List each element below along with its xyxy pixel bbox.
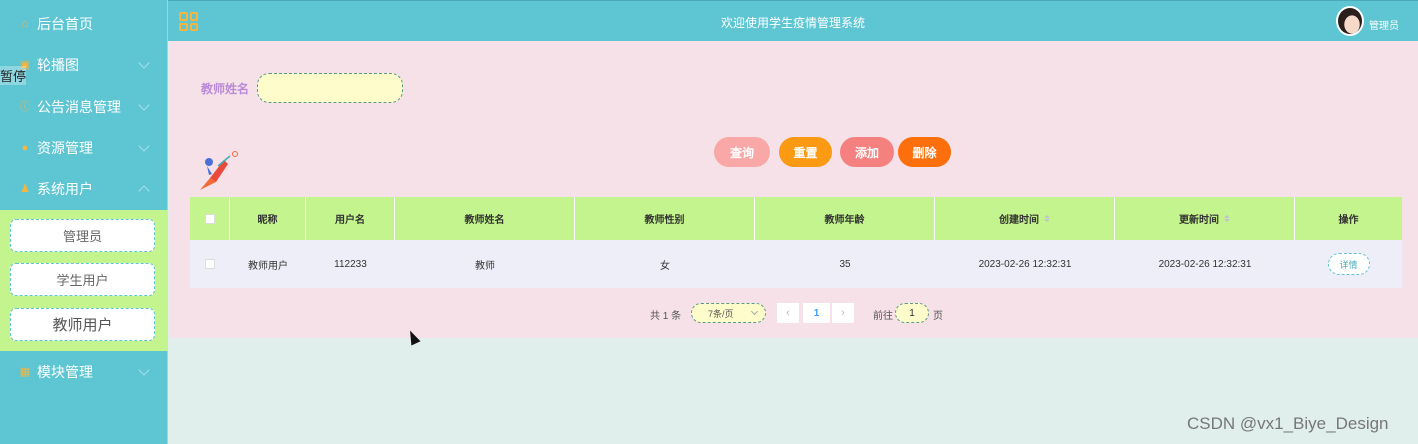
column-header: 操作 [1338,215,1359,226]
current-user-name[interactable]: 管理员 [1369,17,1399,32]
rocket-illustration-icon [200,151,238,190]
location-icon: ● [21,142,29,154]
row-select-cell [190,240,230,288]
table-row: 教师用户 112233 教师 女 35 2023-02-26 12:32:31 … [190,240,1402,288]
watermark: CSDN @vx1_Biye_Design [1187,414,1389,433]
chevron-down-icon [138,140,150,152]
query-button[interactable]: 查询 [714,137,770,167]
table-header: 昵称 用户名 教师姓名 教师性别 教师年龄 创建时间 更新时间 操作 [190,197,1402,240]
sidebar-item-label: 资源管理 [37,140,93,156]
column-header-label: 更新时间 [1179,215,1219,226]
column-header: 教师性别 [575,197,755,240]
select-all-checkbox[interactable] [204,213,215,224]
cell-teacher-gender: 女 [660,260,670,272]
sidebar-item-modules[interactable]: ▦ 模块管理 [0,352,168,392]
sidebar-item-label: 公告消息管理 [37,99,121,115]
page-suffix-label: 页 [933,311,943,322]
search-label: 教师姓名 [201,82,250,96]
top-bar: 欢迎使用学生疫情管理系统 管理员 [168,0,1418,41]
cell-nickname: 教师用户 [248,260,288,272]
row-checkbox[interactable] [205,259,215,269]
sidebar-item-label: 模块管理 [37,364,93,380]
goto-page-input[interactable]: 1 [895,303,929,323]
sidebar: ⌂ 后台首页 ▣ 轮播图 ⓘ 公告消息管理 ● 资源管理 ♟ 系统用户 管理员 … [0,0,168,444]
chevron-down-icon [138,99,150,111]
info-icon: ⓘ [19,101,31,113]
sidebar-item-home[interactable]: ⌂ 后台首页 [0,4,168,44]
cell-created-time: 2023-02-26 12:32:31 [978,258,1072,270]
submenu-item-teacher-users[interactable]: 教师用户 [10,308,155,341]
page-number-current[interactable]: 1 [803,303,830,323]
chevron-up-icon [138,185,150,197]
column-header: 昵称 [230,197,306,240]
column-header-label: 创建时间 [999,215,1039,226]
cell-teacher-age: 35 [839,258,851,270]
chevron-down-icon [138,364,150,376]
next-page-button[interactable]: › [832,303,854,323]
column-header: 用户名 [306,197,395,240]
cell-actions: 详情 [1295,240,1402,288]
prev-page-button[interactable]: ‹ [777,303,799,323]
updated-time-header[interactable]: 更新时间 [1115,197,1295,240]
pagination-total: 共 1 条 [650,311,682,322]
cell-username: 112233 [334,258,367,270]
user-icon: ♟ [20,183,30,195]
grid-icon: ▦ [19,366,31,378]
reset-button[interactable]: 重置 [779,137,832,167]
page-size-value: 7条/页 [708,308,734,319]
sidebar-item-system-users[interactable]: ♟ 系统用户 [0,169,168,209]
goto-label: 前往 [873,311,893,322]
app-title: 欢迎使用学生疫情管理系统 [720,16,865,30]
sidebar-item-resources[interactable]: ● 资源管理 [0,128,168,168]
sidebar-item-label: 轮播图 [37,57,79,73]
sidebar-item-announcements[interactable]: ⓘ 公告消息管理 [0,87,168,127]
select-all-cell [190,197,230,240]
pause-overlay-text: 暂停 [0,66,27,85]
home-icon: ⌂ [21,18,29,30]
chevron-down-icon [138,57,150,69]
chevron-down-icon [750,307,759,316]
column-header: 教师姓名 [395,197,575,240]
sidebar-item-label: 后台首页 [37,16,93,32]
submenu-item-admin[interactable]: 管理员 [10,219,155,252]
avatar[interactable] [1336,6,1364,36]
sort-icon[interactable] [1224,215,1230,222]
cell-teacher-name: 教师 [475,260,495,272]
page-size-select[interactable]: 7条/页 [691,303,766,323]
delete-button[interactable]: 删除 [898,137,951,167]
sort-icon[interactable] [1044,215,1050,222]
detail-button[interactable]: 详情 [1327,253,1370,275]
created-time-header[interactable]: 创建时间 [935,197,1115,240]
submenu-item-student-users[interactable]: 学生用户 [10,263,155,296]
column-header: 教师年龄 [755,197,935,240]
system-users-submenu: 管理员 学生用户 教师用户 [0,210,168,351]
add-button[interactable]: 添加 [840,137,894,167]
teacher-name-search-input[interactable] [257,73,403,103]
cell-updated-time: 2023-02-26 12:32:31 [1158,258,1252,270]
sidebar-item-label: 系统用户 [37,181,93,197]
